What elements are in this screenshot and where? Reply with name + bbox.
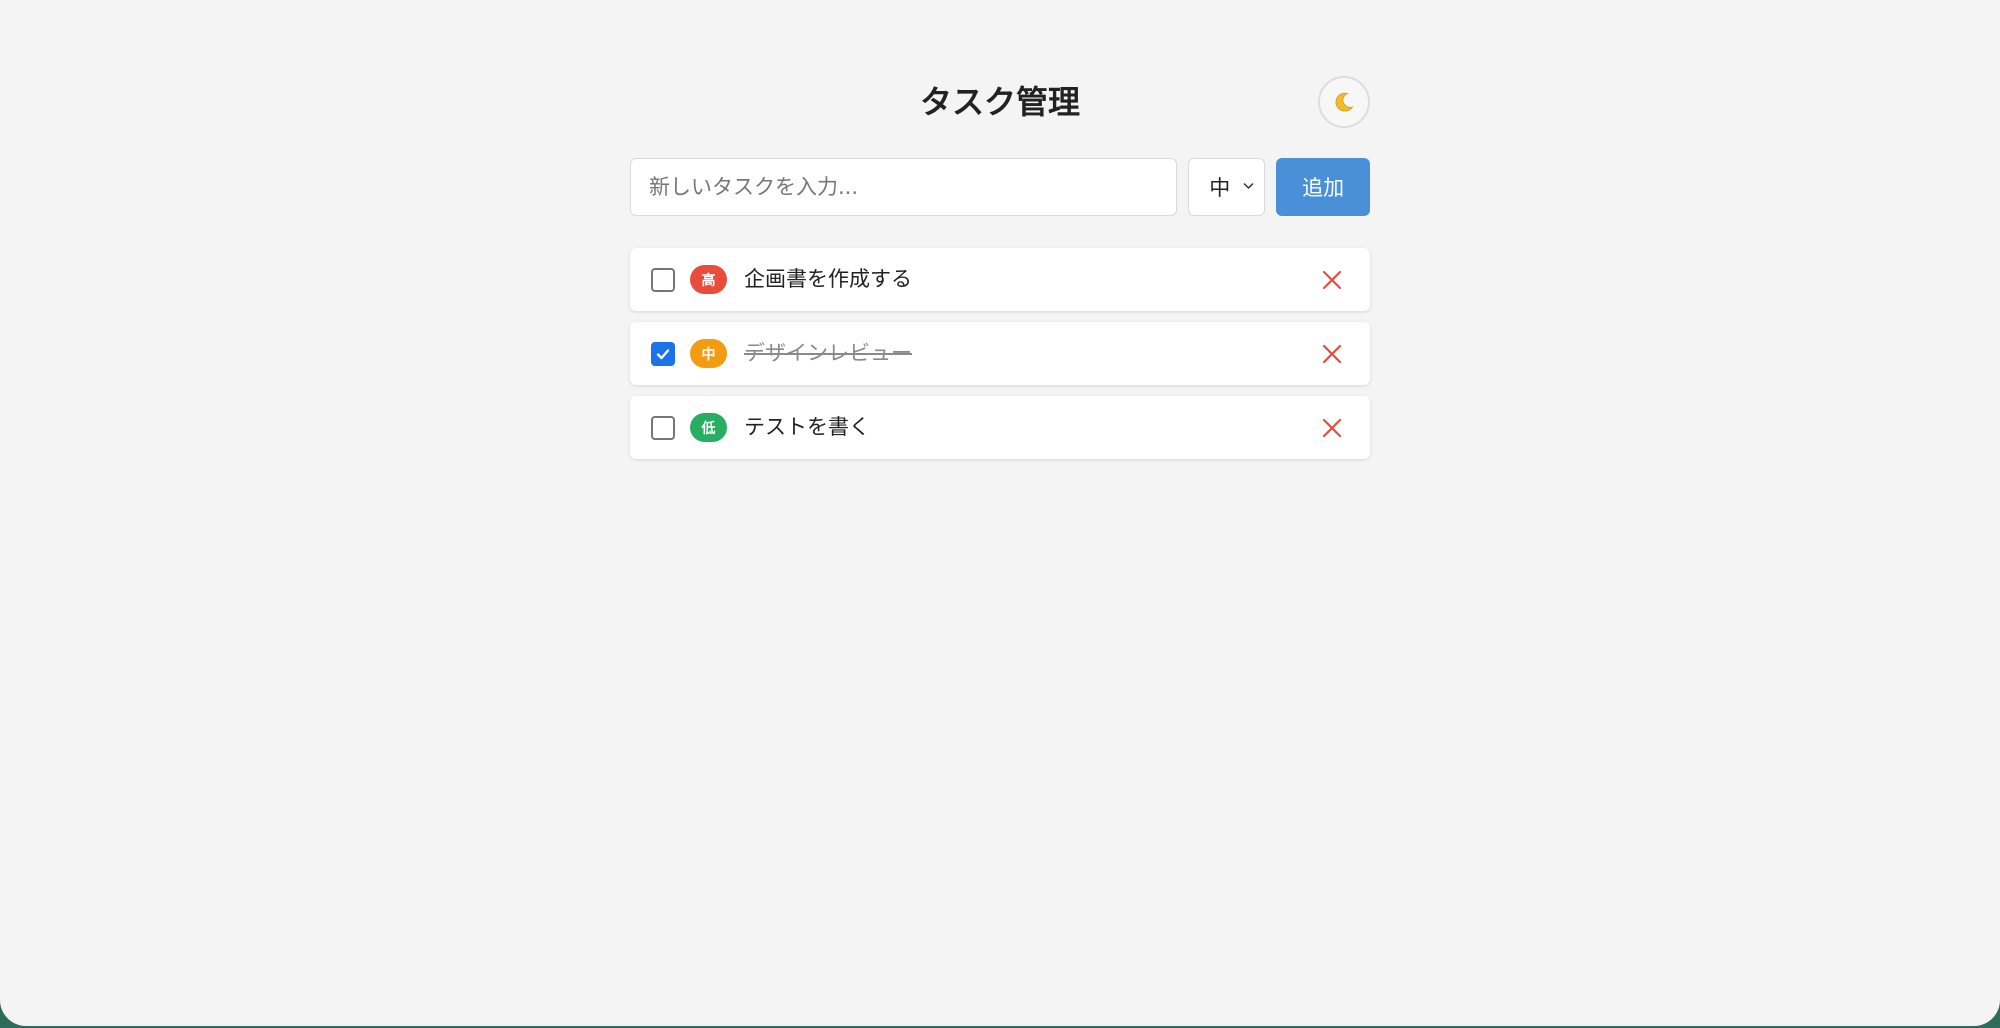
priority-badge-low: 低	[690, 413, 727, 442]
task-app: タスク管理 中 追加 高 企画書を作成する	[630, 76, 1371, 459]
task-checkbox[interactable]	[651, 268, 675, 292]
delete-button[interactable]	[1320, 268, 1344, 292]
task-checkbox[interactable]	[651, 416, 675, 440]
moon-icon	[1335, 92, 1354, 112]
add-button[interactable]: 追加	[1276, 158, 1371, 216]
check-icon	[656, 349, 670, 360]
close-icon	[1322, 344, 1342, 364]
page-title: タスク管理	[919, 83, 1080, 121]
theme-toggle-button[interactable]	[1318, 76, 1370, 128]
close-icon	[1322, 270, 1342, 290]
priority-select[interactable]: 中	[1188, 158, 1266, 216]
add-task-form: 中 追加	[630, 158, 1371, 216]
task-list: 高 企画書を作成する 中 デザインレビュー 低 テストを書く	[630, 248, 1370, 459]
priority-badge-medium: 中	[690, 339, 727, 368]
task-checkbox[interactable]	[651, 342, 675, 366]
close-icon	[1322, 418, 1342, 438]
new-task-input[interactable]	[630, 158, 1178, 216]
task-item: 中 デザインレビュー	[630, 322, 1370, 385]
delete-button[interactable]	[1320, 342, 1344, 366]
header: タスク管理	[630, 76, 1370, 128]
task-text: 企画書を作成する	[744, 267, 912, 291]
task-text: デザインレビュー	[744, 341, 912, 365]
app-window: タスク管理 中 追加 高 企画書を作成する	[0, 0, 2000, 1026]
delete-button[interactable]	[1320, 416, 1344, 440]
priority-select-value: 中	[1209, 176, 1231, 200]
task-text: テストを書く	[744, 415, 870, 439]
chevron-down-icon	[1243, 182, 1254, 190]
priority-badge-high: 高	[690, 265, 727, 294]
task-item: 高 企画書を作成する	[630, 248, 1370, 311]
task-item: 低 テストを書く	[630, 396, 1370, 459]
